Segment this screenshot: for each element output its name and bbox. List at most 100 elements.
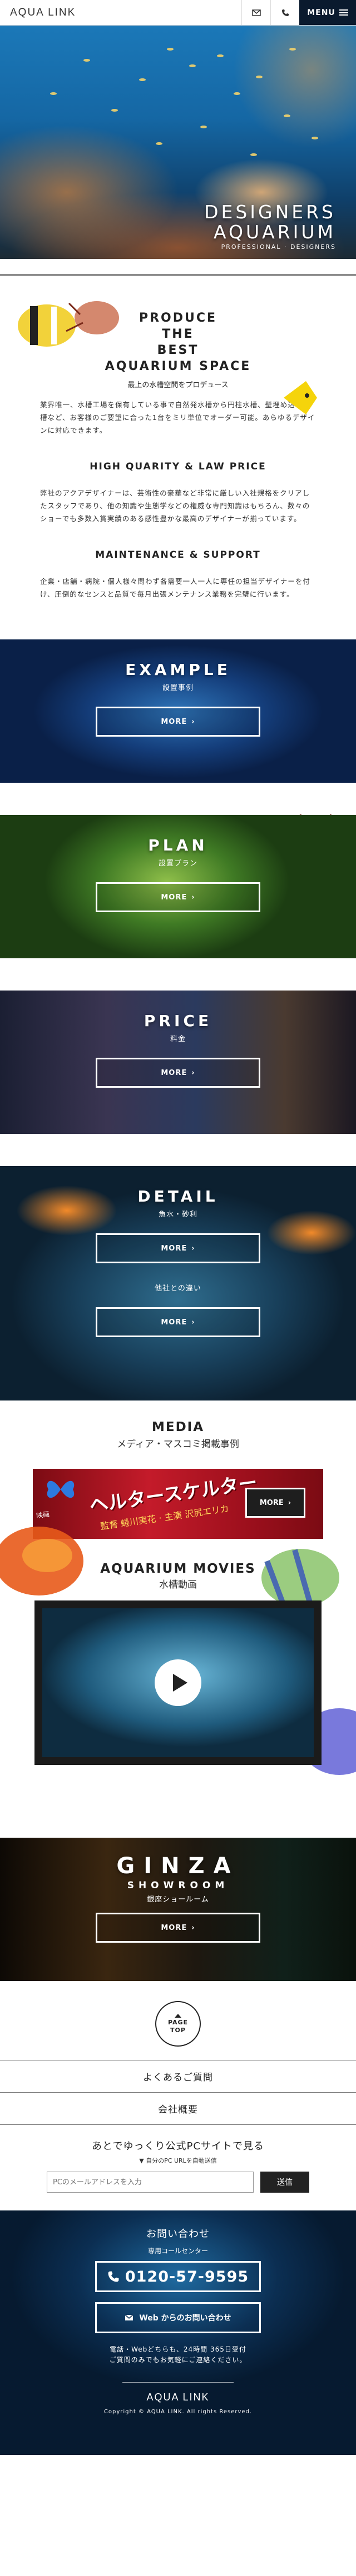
contact-note: 電話・Webどちらも、24時間 365日受付 ご質問のみでもお気軽にご連絡くださ… <box>0 2344 356 2365</box>
spacer <box>0 606 356 639</box>
butterfly-icon <box>47 1480 75 1498</box>
tel-number: 0120-57-9595 <box>125 2268 249 2285</box>
phone-button[interactable] <box>270 0 299 25</box>
hero-subtitle: PROFESSIONAL · DESIGNERS <box>221 243 336 251</box>
movies-section: AQUARIUM MOVIES 水槽動画 <box>0 1527 356 1800</box>
media-subtitle: メディア・マスコミ掲載事例 <box>117 1439 239 1450</box>
yellow-fish-illustration <box>284 381 317 414</box>
chevron-right-icon: › <box>191 1068 195 1077</box>
detail-more-label-2: MORE <box>161 1318 187 1327</box>
mail-button[interactable] <box>241 0 270 25</box>
spacer <box>0 1134 356 1166</box>
play-icon[interactable] <box>155 1659 201 1706</box>
spacer <box>0 783 356 815</box>
ginza-more-button[interactable]: MORE › <box>96 1913 260 1943</box>
detail-more-button-2[interactable]: MORE › <box>96 1307 260 1337</box>
contact-note-line1: 電話・Webどちらも、24時間 365日受付 <box>110 2345 246 2353</box>
example-more-label: MORE <box>161 717 187 726</box>
plan-subtitle: 設置プラン <box>158 859 197 868</box>
site-logo[interactable]: AQUA LINK <box>0 7 76 19</box>
phone-icon <box>281 9 289 16</box>
maintenance-heading: MAINTENANCE & SUPPORT <box>95 549 261 561</box>
intro-paragraph: 業界唯一、水槽工場を保有している事で自然発水槽から円柱水槽、壁埋め込み水槽など、… <box>40 401 315 434</box>
arrow-up-icon <box>175 2013 181 2018</box>
detail-subtitle-2: 他社との違い <box>155 1284 201 1293</box>
hero-title-line1: DESIGNERS <box>204 201 336 223</box>
plan-title: PLAN <box>148 836 208 854</box>
plan-banner: PLAN 設置プラン MORE › <box>0 815 356 958</box>
contact-subtitle: 専用コールセンター <box>147 2247 208 2255</box>
plan-more-button[interactable]: MORE › <box>96 882 260 912</box>
pc-site-note: ▼ 自分のPC URLを自動送信 <box>139 2157 217 2164</box>
chevron-right-icon: › <box>191 1244 195 1253</box>
price-banner: PRICE 料金 MORE › <box>0 991 356 1134</box>
pc-site-section: あとでゆっくり公式PCサイトで見る ▼ 自分のPC URLを自動送信 送信 <box>0 2124 356 2202</box>
send-button[interactable]: 送信 <box>260 2172 309 2193</box>
movies-heading: AQUARIUM MOVIES <box>100 1562 256 1576</box>
chevron-right-icon: › <box>191 717 195 726</box>
detail-subtitle: 魚水・砂利 <box>158 1211 197 1219</box>
ginza-subtitle: SHOWROOM <box>127 1880 229 1891</box>
price-subtitle: 料金 <box>170 1035 186 1043</box>
example-subtitle: 設置事例 <box>162 684 194 692</box>
detail-more-label: MORE <box>161 1244 187 1253</box>
quality-paragraph: 弊社のアクアデザイナーは、芸術性の豪華など非常に厳しい入社規格をクリアしたスタッ… <box>40 489 310 523</box>
price-title: PRICE <box>144 1012 212 1030</box>
chevron-right-icon: › <box>191 1318 195 1327</box>
chevron-right-icon: › <box>191 893 195 902</box>
chevron-right-icon: › <box>288 1498 291 1507</box>
page-top-label-2: TOP <box>170 2026 186 2034</box>
detail-more-button[interactable]: MORE › <box>96 1233 260 1263</box>
detail-title: DETAIL <box>137 1187 219 1206</box>
price-more-label: MORE <box>161 1068 187 1077</box>
spacer <box>0 958 356 991</box>
example-title: EXAMPLE <box>125 661 231 679</box>
page-top-label-1: PAGE <box>167 2018 189 2026</box>
copyright: Copyright © AQUA LINK. All rights Reserv… <box>103 2409 253 2415</box>
video-player[interactable] <box>34 1600 322 1765</box>
media-more-button[interactable]: MORE › <box>245 1488 305 1518</box>
media-more-label: MORE <box>259 1498 284 1507</box>
hero-title: DESIGNERS AQUARIUM <box>204 202 336 242</box>
ginza-more-label: MORE <box>161 1923 187 1932</box>
movies-subtitle: 水槽動画 <box>159 1579 197 1590</box>
hero-title-line2: AQUARIUM <box>214 221 336 243</box>
faq-link[interactable]: よくあるご質問 <box>0 2060 356 2092</box>
chevron-right-icon: › <box>191 1923 195 1932</box>
contact-heading: お問い合わせ <box>146 2228 210 2240</box>
example-more-button[interactable]: MORE › <box>96 707 260 737</box>
example-banner: EXAMPLE 設置事例 MORE › <box>0 639 356 783</box>
page-top-wrap: PAGE TOP <box>0 1981 356 2060</box>
maintenance-paragraph: 企業・店舗・病院・個人様々問わず各需要一人一人に専任の担当デザイナーを付け、圧倒… <box>40 577 310 598</box>
quality-heading: HIGH QUARITY & LAW PRICE <box>90 461 266 472</box>
intro-section: PRODUCE THE BEST AQUARIUM SPACE 最上の水槽空間を… <box>0 259 356 866</box>
ginza-banner: GINZA SHOWROOM 銀座ショールーム MORE › <box>0 1838 356 1981</box>
footer-logo[interactable]: AQUA LINK <box>122 2382 234 2403</box>
company-link[interactable]: 会社概要 <box>0 2092 356 2124</box>
hamburger-icon <box>339 9 348 16</box>
tel-button[interactable]: 0120-57-9595 <box>95 2261 261 2292</box>
mail-icon <box>251 9 261 16</box>
menu-button[interactable]: MENU <box>299 0 356 25</box>
ginza-title: GINZA <box>116 1853 240 1879</box>
phone-icon <box>108 2271 119 2282</box>
ginza-subtitle-jp: 銀座ショールーム <box>147 1895 209 1904</box>
web-contact-button[interactable]: Web からのお問い合わせ <box>95 2302 261 2333</box>
media-heading: MEDIA <box>151 1420 205 1434</box>
hero-image: DESIGNERS AQUARIUM PROFESSIONAL · DESIGN… <box>0 26 356 259</box>
detail-banner: DETAIL 魚水・砂利 MORE › 他社との違い MORE › <box>0 1166 356 1400</box>
contact-section: お問い合わせ 専用コールセンター 0120-57-9595 Web からのお問い… <box>0 2210 356 2455</box>
site-header: AQUA LINK MENU <box>0 0 356 26</box>
plan-more-label: MORE <box>161 893 187 902</box>
pc-site-heading: あとでゆっくり公式PCサイトで見る <box>92 2140 264 2152</box>
pc-email-input[interactable] <box>47 2172 254 2193</box>
contact-note-line2: ご質問のみでもお気軽にご連絡ください。 <box>109 2356 247 2364</box>
mail-icon <box>125 2314 134 2320</box>
page-top-button[interactable]: PAGE TOP <box>155 2001 201 2047</box>
header-actions: MENU <box>241 0 356 25</box>
tropical-fish-illustration <box>18 301 119 347</box>
pc-site-form: 送信 <box>0 2172 356 2193</box>
menu-label: MENU <box>307 8 335 17</box>
web-contact-label: Web からのお問い合わせ <box>139 2314 231 2323</box>
price-more-button[interactable]: MORE › <box>96 1058 260 1088</box>
